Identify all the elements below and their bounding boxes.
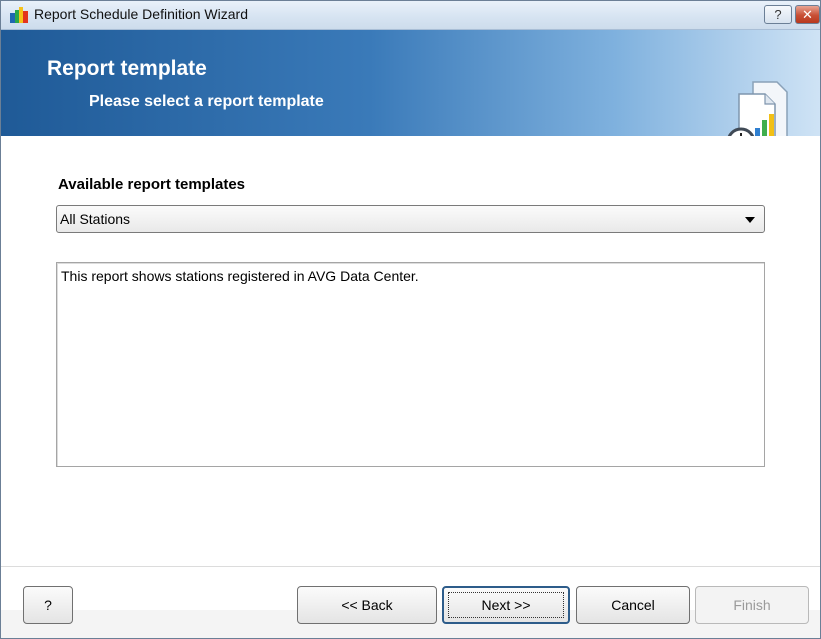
page-title: Report template — [47, 57, 207, 80]
back-button[interactable]: << Back — [297, 586, 437, 624]
templates-label: Available report templates — [58, 176, 246, 193]
template-select-value: All Stations — [60, 211, 131, 227]
chevron-down-icon[interactable] — [745, 217, 755, 223]
next-button[interactable]: Next >> — [442, 586, 570, 624]
title-bar: Report Schedule Definition Wizard ? ✕ — [1, 1, 820, 30]
focus-indicator — [448, 592, 564, 618]
template-description-box: This report shows stations registered in… — [56, 262, 765, 467]
avg-logo-icon — [10, 7, 28, 23]
cancel-button[interactable]: Cancel — [576, 586, 690, 624]
template-select[interactable]: All Stations — [56, 205, 765, 233]
finish-button: Finish — [695, 586, 809, 624]
page-subtitle: Please select a report template — [89, 93, 324, 110]
wizard-content: Available report templates All Stations … — [1, 136, 820, 610]
close-button[interactable]: ✕ — [795, 5, 820, 24]
help-title-button[interactable]: ? — [764, 5, 792, 24]
template-description: This report shows stations registered in… — [61, 268, 419, 284]
window-title: Report Schedule Definition Wizard — [34, 6, 248, 22]
help-button[interactable]: ? — [23, 586, 73, 624]
footer-divider — [1, 566, 820, 567]
wizard-window: Report Schedule Definition Wizard ? ✕ Re… — [0, 0, 821, 639]
header-banner: Report template Please select a report t… — [1, 30, 820, 157]
